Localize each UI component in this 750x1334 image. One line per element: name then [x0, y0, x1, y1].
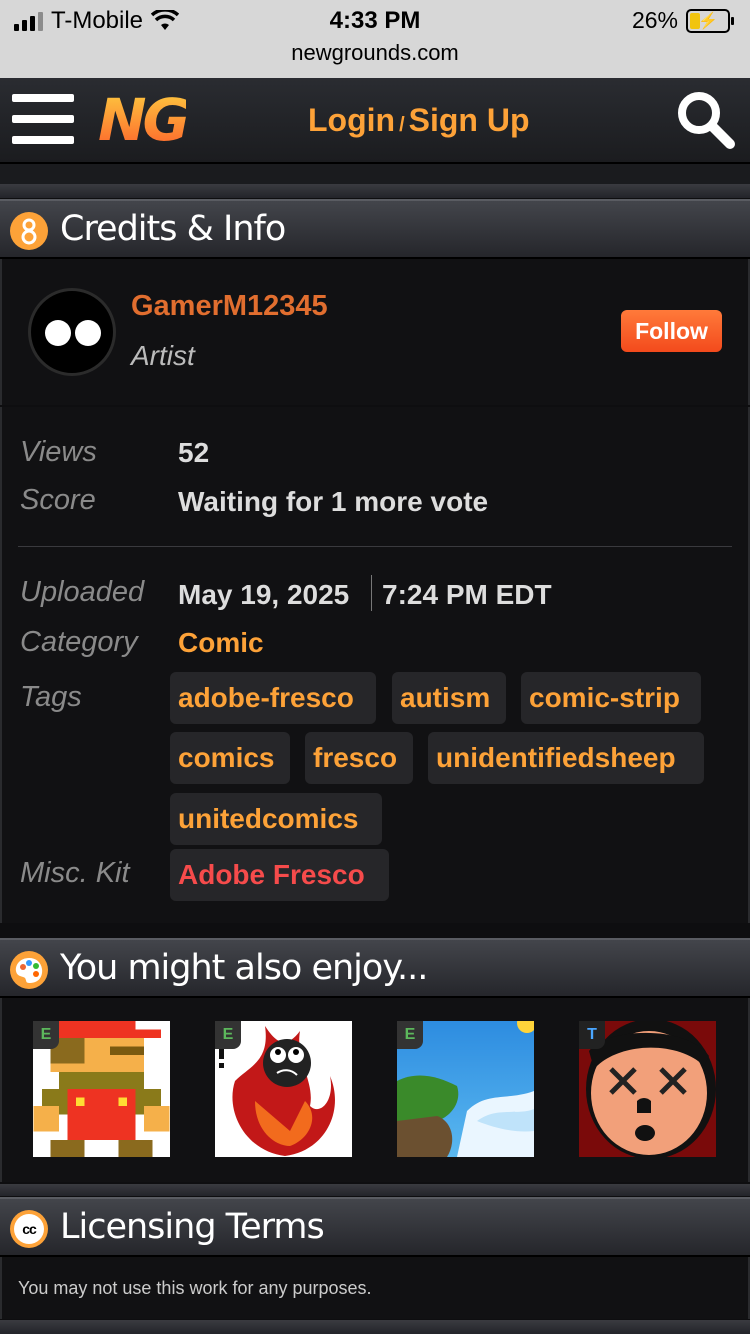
footer-divider [0, 1320, 750, 1334]
uploaded-time: 7:24 PM EDT [382, 579, 552, 610]
username-link[interactable]: GamerM12345 [131, 290, 328, 323]
menu-icon[interactable] [12, 94, 74, 144]
search-icon[interactable] [674, 88, 736, 150]
battery-icon: ⚡ [686, 8, 734, 33]
battery-percent: 26% [631, 7, 678, 33]
suggestion-thumbnail-fire[interactable]: E [215, 1021, 352, 1157]
tag-link[interactable]: fresco [305, 732, 413, 784]
palette-icon [10, 951, 48, 989]
uploaded-date: May 19, 2025 [178, 579, 350, 610]
tag-link[interactable]: autism [392, 672, 506, 724]
creative-commons-icon: cc [10, 1210, 48, 1248]
views-label: Views [20, 436, 97, 468]
tags-label: Tags [20, 681, 82, 713]
credits-title: Credits & Info [60, 209, 286, 249]
suggestion-thumbnail-mario[interactable]: E [33, 1021, 170, 1157]
tag-link[interactable]: comics [170, 732, 290, 784]
enjoy-title: You might also enjoy... [60, 948, 428, 988]
info-panel [0, 407, 750, 923]
rating-badge: T [579, 1021, 605, 1049]
license-text: You may not use this work for any purpos… [18, 1278, 372, 1298]
signup-link[interactable]: Sign Up [409, 102, 530, 138]
login-link[interactable]: Login [308, 102, 395, 138]
rating-badge: E [397, 1021, 423, 1049]
info-divider [18, 546, 732, 547]
suggestion-thumbnail-sky[interactable]: E [397, 1021, 534, 1157]
category-link[interactable]: Comic [178, 627, 264, 659]
misc-kit-link[interactable]: Adobe Fresco [170, 849, 389, 901]
views-value: 52 [178, 437, 210, 468]
licensing-header: cc Licensing Terms [0, 1197, 750, 1257]
section-divider [0, 184, 750, 198]
user-role: Artist [131, 340, 195, 371]
tag-link[interactable]: unidentifiedsheep [428, 732, 704, 784]
header-spacer [0, 164, 750, 184]
newgrounds-logo[interactable]: NG [98, 86, 190, 154]
uploaded-label: Uploaded [20, 576, 145, 608]
suggestion-thumbnail-face[interactable]: T [579, 1021, 716, 1157]
follow-button[interactable]: Follow [621, 310, 722, 352]
login-signup: Login / Sign Up [308, 102, 530, 138]
rating-badge: E [215, 1021, 241, 1049]
url-bar[interactable]: newgrounds.com [0, 40, 750, 66]
section-divider [0, 1184, 750, 1196]
misc-label: Misc. Kit [20, 857, 130, 889]
score-value: Waiting for 1 more vote [178, 486, 489, 517]
avatar[interactable] [28, 288, 116, 376]
date-separator [371, 575, 372, 611]
credits-header: Credits & Info [0, 199, 750, 259]
enjoy-header: You might also enjoy... [0, 938, 750, 998]
battery-info: 26% ⚡ [631, 7, 734, 34]
info-icon [10, 212, 48, 250]
rating-badge: E [33, 1021, 59, 1049]
site-header: NG Login / Sign Up [0, 78, 750, 164]
status-bar: T-Mobile 4:33 PM newgrounds.com 26% ⚡ [0, 0, 750, 78]
category-label: Category [20, 626, 138, 658]
tag-link[interactable]: adobe-fresco [170, 672, 376, 724]
tag-link[interactable]: comic-strip [521, 672, 701, 724]
score-label: Score [20, 484, 96, 516]
licensing-title: Licensing Terms [60, 1207, 325, 1247]
tag-link[interactable]: unitedcomics [170, 793, 382, 845]
